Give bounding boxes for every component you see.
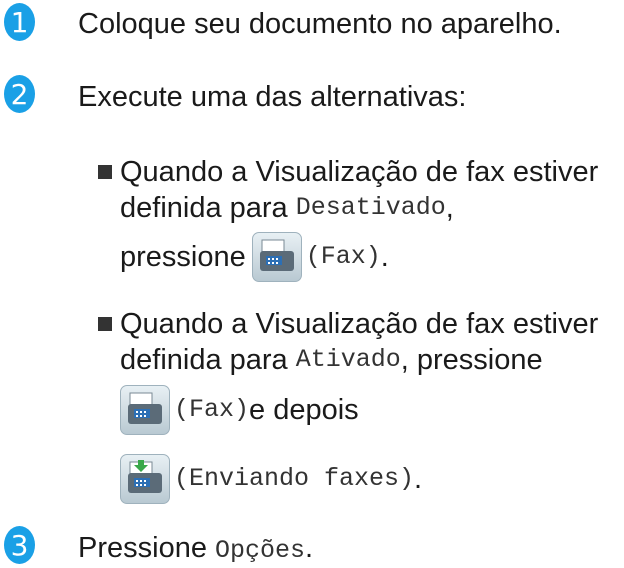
option-line: definida para Desativado, [120, 191, 454, 225]
option-line: Quando a Visualização de fax estiver [120, 307, 598, 341]
setting-value: (Fax) [174, 395, 250, 424]
option-text: , pressione [400, 344, 543, 376]
option-text: Quando a Visualização de fax estiver [120, 308, 599, 340]
option-text: , [445, 192, 454, 224]
option-line: Quando a Visualização de fax estiver [120, 155, 598, 189]
option-line: (Enviando faxes). [114, 452, 422, 506]
fax-icon [120, 385, 170, 435]
option-line: (Fax) e depois [114, 383, 359, 437]
step-number-badge: 3 [4, 526, 35, 564]
step-number-badge: 2 [4, 75, 35, 113]
option-text: . [380, 241, 389, 273]
bullet-square-icon [98, 165, 112, 179]
setting-value: (Fax) [305, 242, 381, 271]
setting-value: (Enviando faxes) [174, 464, 415, 493]
setting-value: Desativado [295, 193, 446, 222]
setting-value: Opções [215, 536, 306, 565]
bullet-square-icon [98, 317, 112, 331]
step-number-badge: 1 [4, 3, 35, 41]
step-text-prefix: Pressione [78, 532, 216, 564]
sending-fax-icon [120, 454, 170, 504]
setting-value: Ativado [295, 345, 401, 374]
option-text: definida para [120, 344, 288, 376]
option-line: pressione (Fax). [120, 230, 389, 284]
fax-icon [251, 232, 302, 282]
option-text: definida para [120, 192, 288, 224]
step-text-suffix: . [305, 532, 314, 564]
option-text: Quando a Visualização de fax estiver [120, 156, 599, 188]
option-line: definida para Ativado, pressione [120, 343, 543, 377]
option-text: pressione [120, 241, 246, 273]
option-text: . [414, 463, 423, 495]
option-text: e depois [249, 394, 359, 426]
step-text: Pressione Opções. [78, 531, 313, 568]
step-text: Execute uma das alternativas: [78, 81, 467, 113]
step-text: Coloque seu documento no aparelho. [78, 8, 562, 40]
